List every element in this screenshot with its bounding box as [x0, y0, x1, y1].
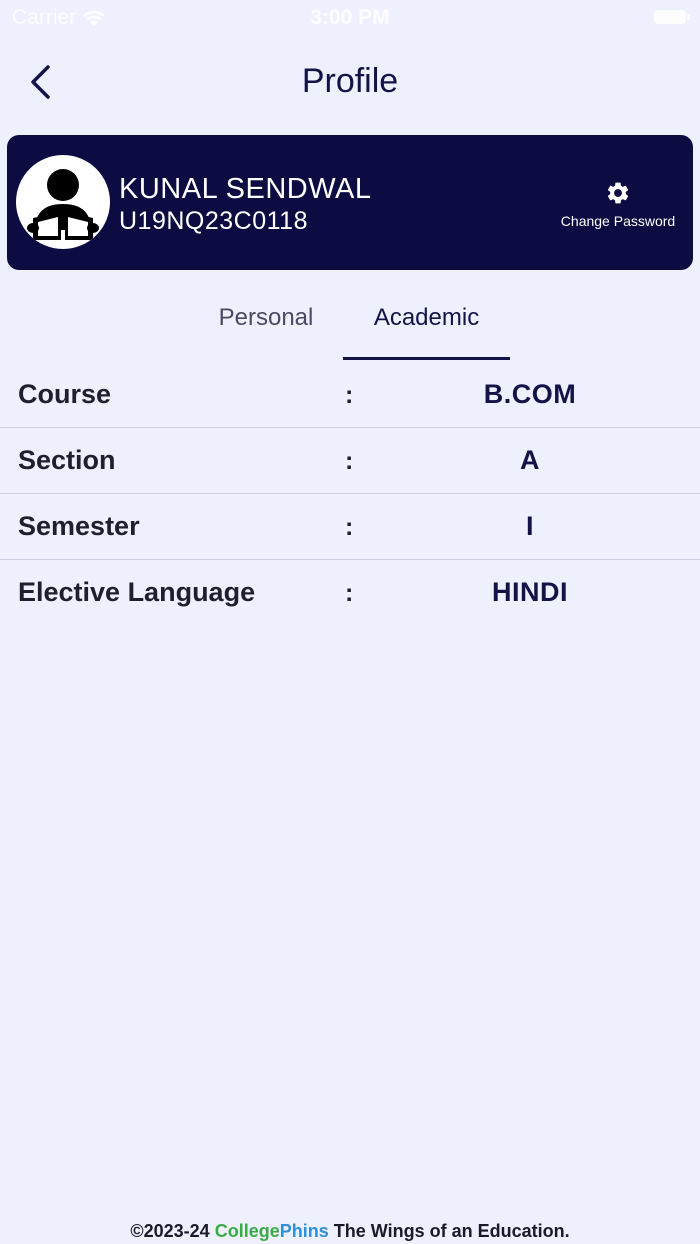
brand-name-part2: Phins: [279, 1221, 329, 1241]
active-tab-indicator: [343, 357, 510, 360]
info-value: I: [525, 511, 534, 541]
info-label: Section: [18, 445, 116, 475]
tab-personal[interactable]: Personal: [190, 304, 342, 332]
info-row-section: Section : A: [0, 428, 700, 494]
profile-tabs: Personal Academic: [0, 290, 700, 362]
info-label: Elective Language: [18, 577, 256, 607]
info-label: Course: [18, 379, 112, 409]
student-id: U19NQ23C0118: [119, 207, 308, 235]
avatar: [16, 155, 110, 249]
tab-academic[interactable]: Academic: [343, 304, 510, 332]
nav-bar: Profile: [0, 50, 700, 114]
academic-info-list: Course : B.COM Section : A Semester : I …: [0, 362, 700, 625]
info-label: Semester: [18, 511, 140, 541]
info-value: HINDI: [492, 577, 568, 607]
brand-name-part1: College: [214, 1221, 280, 1241]
change-password-button[interactable]: Change Password: [557, 180, 679, 229]
info-row-course: Course : B.COM: [0, 362, 700, 428]
student-name: KUNAL SENDWAL: [119, 173, 372, 205]
status-time: 3:00 PM: [310, 6, 390, 29]
info-separator: :: [345, 381, 354, 409]
info-separator: :: [345, 447, 354, 475]
info-separator: :: [345, 579, 354, 607]
gear-icon: [607, 182, 629, 204]
info-value: B.COM: [483, 379, 577, 409]
footer-copyright: ©2023-24 CollegePhins The Wings of an Ed…: [0, 1221, 700, 1242]
info-row-semester: Semester : I: [0, 494, 700, 560]
profile-card: KUNAL SENDWAL U19NQ23C0118 Change Passwo…: [7, 135, 693, 270]
info-separator: :: [345, 513, 354, 541]
status-bar: Carrier 3:00 PM: [0, 0, 700, 36]
footer-prefix: ©2023-24: [130, 1221, 210, 1241]
footer-tagline: The Wings of an Education.: [333, 1221, 570, 1241]
change-password-label: Change Password: [560, 213, 676, 229]
info-value: A: [520, 445, 540, 475]
battery-icon: [654, 10, 690, 24]
info-row-elective-language: Elective Language : HINDI: [0, 560, 700, 625]
page-title: Profile: [301, 62, 399, 100]
student-reading-icon: [27, 169, 99, 240]
